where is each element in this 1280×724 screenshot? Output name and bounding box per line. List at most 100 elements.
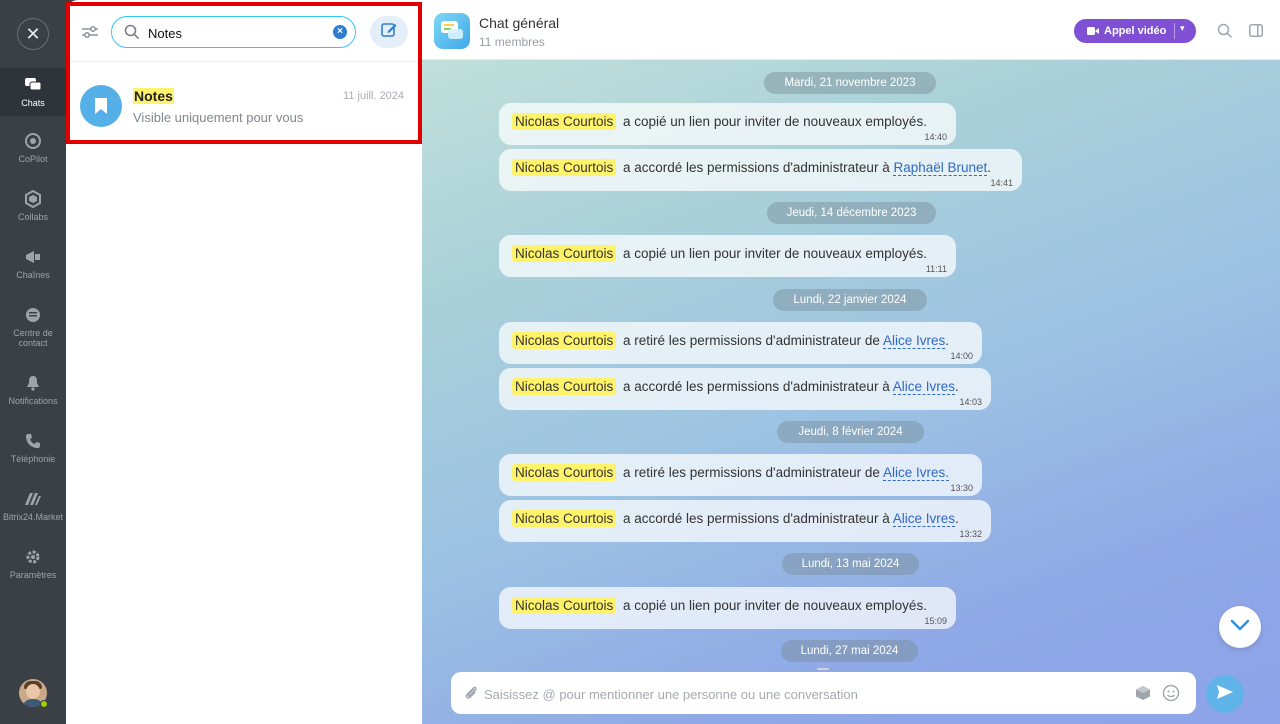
rail-item-contact-center[interactable]: Centre de contact xyxy=(0,306,66,348)
send-icon xyxy=(1216,684,1234,705)
search-messages-icon[interactable] xyxy=(1217,23,1233,39)
system-message[interactable]: Nicolas Courtois a copié un lien pour in… xyxy=(499,103,956,145)
date-separator: Lundi, 22 janvier 2024 xyxy=(773,289,927,311)
chevron-down-icon[interactable]: ▾ xyxy=(1180,23,1185,34)
user-link[interactable]: Raphaël Brunet xyxy=(893,160,988,176)
chat-area: Chat général 11 membres Appel vidéo ▾ Ma… xyxy=(422,0,1280,724)
message-author[interactable]: Nicolas Courtois xyxy=(512,510,617,527)
clear-search-icon[interactable]: × xyxy=(333,25,347,39)
rail-item-channels[interactable]: Chaînes xyxy=(0,248,66,280)
result-subtitle: Visible uniquement pour vous xyxy=(133,110,304,125)
video-call-label: Appel vidéo xyxy=(1104,25,1167,37)
paperclip-icon[interactable] xyxy=(464,685,478,701)
message-text: a accordé les permissions d'administrate… xyxy=(623,160,894,175)
chat-title[interactable]: Chat général xyxy=(479,15,559,31)
user-link[interactable]: Alice Ivres xyxy=(882,333,946,349)
system-message[interactable]: Nicolas Courtois a copié un lien pour in… xyxy=(499,235,956,277)
message-text: a copié un lien pour inviter de nouveaux… xyxy=(623,114,927,129)
message-author[interactable]: Nicolas Courtois xyxy=(512,159,617,176)
megaphone-icon xyxy=(24,248,42,266)
chat-members-count[interactable]: 11 membres xyxy=(479,35,545,49)
message-text: a retiré les permissions d'administrateu… xyxy=(623,465,883,480)
rail-item-notifications[interactable]: Notifications xyxy=(0,374,66,406)
close-icon[interactable]: ✕ xyxy=(17,18,49,50)
resize-handle[interactable] xyxy=(817,668,829,670)
message-author[interactable]: Nicolas Courtois xyxy=(512,113,617,130)
send-button[interactable] xyxy=(1206,675,1244,713)
chat-bubbles-icon xyxy=(24,76,42,94)
rail-item-label: Notifications xyxy=(8,396,58,406)
result-date: 11 juill. 2024 xyxy=(343,90,404,102)
rail-item-label: Collabs xyxy=(17,212,48,222)
contact-center-icon xyxy=(24,306,42,324)
user-link[interactable]: Alice Ivres xyxy=(892,379,955,395)
system-message[interactable]: Nicolas Courtois a accordé les permissio… xyxy=(499,149,1022,191)
rail-item-label: Chaînes xyxy=(16,270,50,280)
rail-item-telephony[interactable]: Téléphonie xyxy=(0,432,66,464)
new-chat-button[interactable] xyxy=(370,16,408,48)
message-time: 13:32 xyxy=(959,529,982,539)
system-message[interactable]: Nicolas Courtois a copié un lien pour in… xyxy=(499,587,956,629)
rail-item-collabs[interactable]: Collabs xyxy=(0,190,66,222)
date-separator: Jeudi, 14 décembre 2023 xyxy=(767,202,936,224)
message-text: a accordé les permissions d'administrate… xyxy=(623,379,893,394)
compose-icon xyxy=(380,21,398,44)
side-panel-icon[interactable] xyxy=(1249,24,1263,37)
rail-item-copilot[interactable]: CoPilot xyxy=(0,132,66,164)
bookmark-icon xyxy=(80,85,122,127)
date-separator: Lundi, 13 mai 2024 xyxy=(782,553,919,575)
rail-item-label: Paramètres xyxy=(9,570,57,580)
rail-item-market[interactable]: Bitrix24.Market xyxy=(0,490,66,522)
date-separator: Lundi, 27 mai 2024 xyxy=(781,640,918,662)
message-time: 14:41 xyxy=(990,178,1013,188)
message-composer xyxy=(451,668,1196,714)
chat-list-header: × xyxy=(66,0,422,62)
message-time: 15:09 xyxy=(924,616,947,626)
search-icon xyxy=(124,24,140,40)
phone-icon xyxy=(24,432,42,450)
video-call-button[interactable]: Appel vidéo ▾ xyxy=(1074,19,1196,43)
message-text: a copié un lien pour inviter de nouveaux… xyxy=(623,598,927,613)
rail-item-label: Téléphonie xyxy=(10,454,56,464)
hexagon-icon xyxy=(24,190,42,208)
rail-item-label: Centre de contact xyxy=(13,328,53,348)
message-author[interactable]: Nicolas Courtois xyxy=(512,245,617,262)
search-input[interactable] xyxy=(148,22,328,44)
cube-icon[interactable] xyxy=(1135,685,1151,701)
user-link[interactable]: Alice Ivres xyxy=(892,511,955,527)
system-message[interactable]: Nicolas Courtois a retiré les permission… xyxy=(499,454,982,496)
emoji-icon[interactable] xyxy=(1162,684,1180,702)
group-chat-icon[interactable] xyxy=(434,13,470,49)
result-name: Notes xyxy=(133,88,174,104)
chat-header: Chat général 11 membres Appel vidéo ▾ xyxy=(422,0,1280,60)
message-time: 13:30 xyxy=(950,483,973,493)
date-separator: Mardi, 21 novembre 2023 xyxy=(764,72,936,94)
filter-icon[interactable] xyxy=(80,22,100,42)
rail-item-chats[interactable]: Chats xyxy=(0,68,66,116)
message-author[interactable]: Nicolas Courtois xyxy=(512,464,617,481)
rail-item-label: Bitrix24.Market xyxy=(2,512,64,522)
system-message[interactable]: Nicolas Courtois a accordé les permissio… xyxy=(499,500,991,542)
message-text: a copié un lien pour inviter de nouveaux… xyxy=(623,246,927,261)
rail-item-settings[interactable]: Paramètres xyxy=(0,548,66,580)
online-status-dot xyxy=(40,700,48,708)
system-message[interactable]: Nicolas Courtois a retiré les permission… xyxy=(499,322,982,364)
user-link[interactable]: Alice Ivres. xyxy=(882,465,949,481)
gear-icon xyxy=(24,548,42,566)
message-time: 14:40 xyxy=(924,132,947,142)
message-author[interactable]: Nicolas Courtois xyxy=(512,378,617,395)
search-box[interactable]: × xyxy=(111,16,356,48)
message-input[interactable] xyxy=(484,683,1084,705)
scroll-to-bottom-button[interactable] xyxy=(1219,606,1261,648)
rail-item-label: CoPilot xyxy=(18,154,48,164)
system-message[interactable]: Nicolas Courtois a accordé les permissio… xyxy=(499,368,991,410)
message-author[interactable]: Nicolas Courtois xyxy=(512,597,617,614)
message-time: 14:03 xyxy=(959,397,982,407)
search-result-item[interactable]: Notes 11 juill. 2024 Visible uniquement … xyxy=(66,68,422,144)
nav-rail: ✕ Chats CoPilot Collabs Chaînes Centre d… xyxy=(0,0,66,724)
video-camera-icon xyxy=(1087,26,1099,36)
message-time: 14:00 xyxy=(950,351,973,361)
message-author[interactable]: Nicolas Courtois xyxy=(512,332,617,349)
message-text: a accordé les permissions d'administrate… xyxy=(623,511,893,526)
market-icon xyxy=(24,490,42,508)
